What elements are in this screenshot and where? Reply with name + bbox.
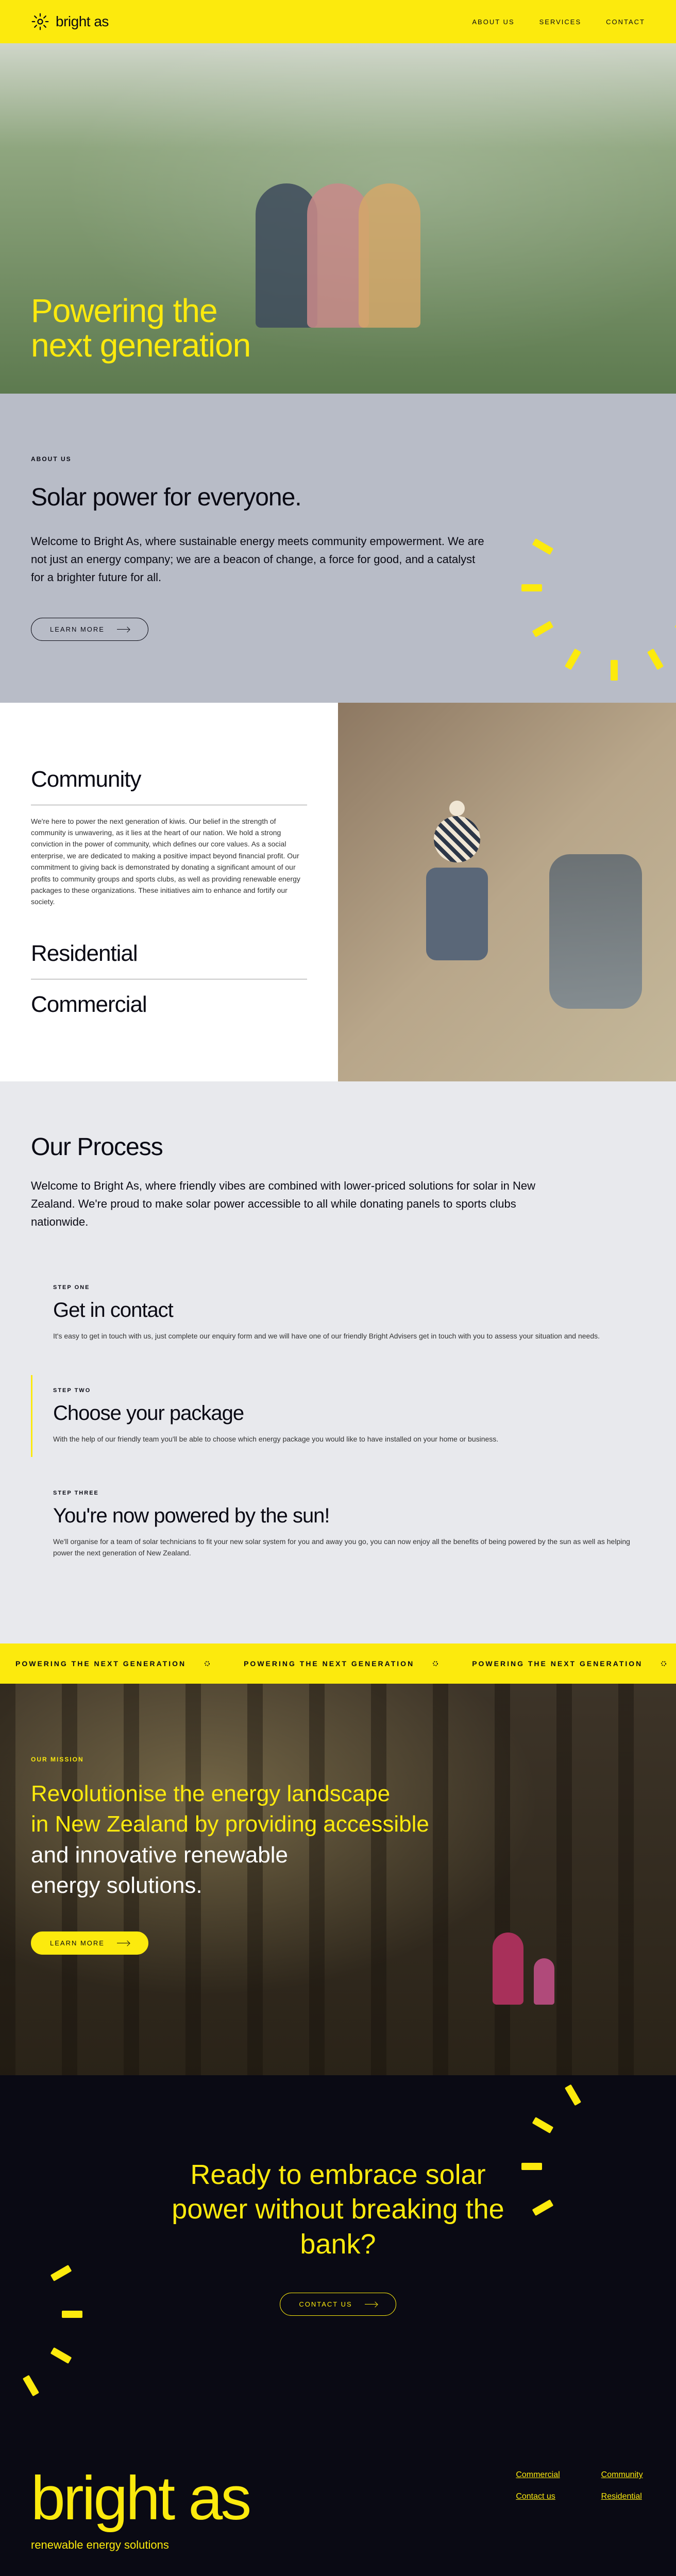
learn-more-label: LEARN MORE [50,625,105,633]
mission-cta-label: LEARN MORE [50,1939,105,1947]
services-section: Community We're here to power the next g… [0,703,676,1081]
adults-figure [549,854,642,1009]
mission-l1: Revolutionise the energy landscape [31,1781,390,1806]
process-heading: Our Process [31,1133,645,1161]
contact-us-button[interactable]: CONTACT US [280,2293,396,2316]
sun-bullet-icon [201,1658,213,1669]
step-title: You're now powered by the sun! [53,1504,645,1528]
about-label: ABOUT US [31,455,645,463]
brand-logo[interactable]: bright as [31,12,109,31]
marquee-item: POWERING THE NEXT GENERATION [457,1658,676,1669]
mission-learn-more-button[interactable]: LEARN MORE [31,1931,148,1955]
hero-section: Powering the next generation [0,43,676,394]
footer-links: Commercial Community Contact us Resident… [516,2470,645,2501]
step-label: STEP TWO [53,1387,645,1394]
site-header: bright as ABOUT US SERVICES CONTACT [0,0,676,43]
about-body: Welcome to Bright As, where sustainable … [31,532,484,587]
brand-name: bright as [56,13,109,30]
tab-community[interactable]: Community [31,754,307,805]
step-body: With the help of our friendly team you'l… [53,1433,645,1445]
marquee-text: POWERING THE NEXT GENERATION [472,1659,643,1668]
process-step-3: STEP THREE You're now powered by the sun… [31,1478,645,1571]
tab-residential[interactable]: Residential [31,928,307,979]
services-tabs: Community We're here to power the next g… [0,703,338,1081]
footer-brand-name: bright as [31,2470,249,2526]
services-image [338,703,676,1081]
cta-heading: Ready to embrace solar power without bre… [153,2158,523,2262]
community-description: We're here to power the next generation … [31,805,307,928]
child-figure [534,1958,554,2005]
arrow-right-icon [117,629,129,630]
footer-tagline: renewable energy solutions [31,2538,249,2552]
process-intro: Welcome to Bright As, where friendly vib… [31,1177,546,1231]
footer-brand: bright as renewable energy solutions [31,2470,249,2552]
mission-l2: in New Zealand by providing accessible [31,1811,429,1837]
hero-line2: next generation [31,327,250,364]
step-body: It's easy to get in touch with us, just … [53,1330,645,1342]
footer-link-community[interactable]: Community [601,2470,645,2480]
marquee-item: POWERING THE NEXT GENERATION [228,1658,457,1669]
step-label: STEP THREE [53,1490,645,1496]
about-section: ABOUT US Solar power for everyone. Welco… [0,394,676,703]
mission-l4: energy solutions. [31,1873,202,1898]
footer-link-contact[interactable]: Contact us [516,2492,560,2501]
footer-link-residential[interactable]: Residential [601,2492,645,2501]
process-step-2: STEP TWO Choose your package With the he… [31,1375,645,1457]
about-heading: Solar power for everyone. [31,483,645,512]
primary-nav: ABOUT US SERVICES CONTACT [472,18,645,26]
step-title: Choose your package [53,1402,645,1425]
sun-logo-icon [31,12,49,31]
step-label: STEP ONE [53,1284,645,1291]
nav-contact[interactable]: CONTACT [606,18,645,26]
mission-label: OUR MISSION [31,1756,645,1763]
hero-figure [359,183,420,328]
marquee-banner: POWERING THE NEXT GENERATION POWERING TH… [0,1643,676,1684]
site-footer: bright as renewable energy solutions Com… [0,2398,676,2576]
step-body: We'll organise for a team of solar techn… [53,1536,645,1559]
marquee-item: POWERING THE NEXT GENERATION [0,1658,228,1669]
process-section: Our Process Welcome to Bright As, where … [0,1081,676,1643]
sun-bullet-icon [430,1658,441,1669]
sun-rays-decoration [594,2106,676,2219]
process-step-1: STEP ONE Get in contact It's easy to get… [31,1272,645,1354]
mission-l3: and innovative renewable [31,1842,288,1868]
cta-button-label: CONTACT US [299,2300,352,2308]
cta-section: Ready to embrace solar power without bre… [0,2075,676,2399]
step-title: Get in contact [53,1299,645,1322]
nav-about[interactable]: ABOUT US [472,18,514,26]
child-figure [405,816,509,1012]
tab-commercial[interactable]: Commercial [31,979,307,1030]
marquee-text: POWERING THE NEXT GENERATION [15,1659,186,1668]
mission-statement: Revolutionise the energy landscape in Ne… [31,1778,495,1901]
mission-section: OUR MISSION Revolutionise the energy lan… [0,1684,676,2075]
marquee-text: POWERING THE NEXT GENERATION [244,1659,414,1668]
sun-rays-decoration [594,528,676,641]
hero-line1: Powering the [31,292,217,329]
hero-headline: Powering the next generation [0,263,281,394]
footer-link-commercial[interactable]: Commercial [516,2470,560,2480]
learn-more-button[interactable]: LEARN MORE [31,618,148,641]
nav-services[interactable]: SERVICES [539,18,582,26]
sun-bullet-icon [658,1658,669,1669]
sun-rays-decoration [0,2254,82,2367]
